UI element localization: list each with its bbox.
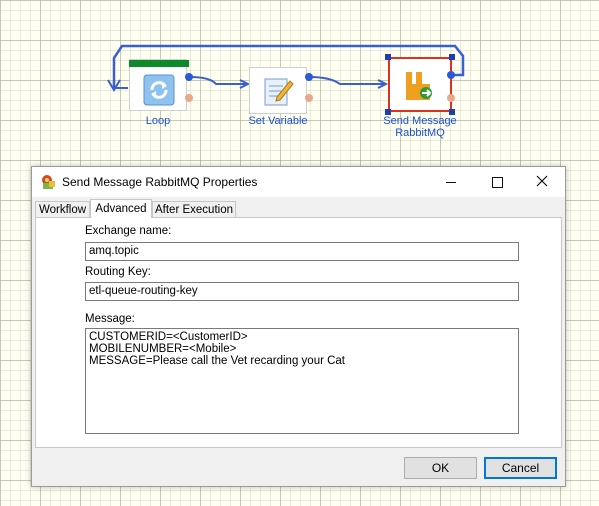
rabbitmq-node-label: Send Message RabbitMQ bbox=[383, 115, 457, 139]
message-textarea[interactable]: CUSTOMERID=<CustomerID> MOBILENUMBER=<Mo… bbox=[85, 328, 519, 434]
dialog-title: Send Message RabbitMQ Properties bbox=[62, 175, 258, 189]
set-variable-node-box[interactable] bbox=[249, 67, 307, 114]
loop-active-bar bbox=[129, 60, 189, 67]
rabbitmq-node-box[interactable] bbox=[388, 57, 452, 112]
message-label: Message: bbox=[85, 313, 135, 325]
rabbitmq-error-port[interactable] bbox=[447, 94, 455, 102]
tab-after-execution[interactable]: After Execution bbox=[152, 201, 236, 217]
set-variable-node-label: Set Variable bbox=[248, 115, 308, 127]
rabbitmq-icon bbox=[402, 68, 438, 107]
set-variable-icon bbox=[263, 75, 295, 110]
advanced-tab-panel: Exchange name: amq.topic Routing Key: et… bbox=[35, 217, 562, 448]
loop-error-port[interactable] bbox=[185, 94, 193, 102]
minimize-icon bbox=[446, 181, 456, 183]
tab-workflow[interactable]: Workflow bbox=[35, 201, 90, 217]
close-button[interactable] bbox=[519, 167, 565, 197]
routing-key-input[interactable]: etl-queue-routing-key bbox=[85, 282, 519, 301]
ok-button[interactable]: OK bbox=[404, 457, 477, 479]
rabbitmq-output-port[interactable] bbox=[447, 71, 455, 79]
cancel-button[interactable]: Cancel bbox=[484, 457, 557, 479]
properties-dialog: Send Message RabbitMQ Properties Workflo… bbox=[31, 166, 566, 487]
routing-key-label: Routing Key: bbox=[85, 266, 151, 278]
exchange-name-input[interactable]: amq.topic bbox=[85, 242, 519, 261]
loop-output-port[interactable] bbox=[185, 73, 193, 81]
selection-handle-top-left[interactable] bbox=[385, 54, 391, 60]
selection-handle-top-right[interactable] bbox=[449, 54, 455, 60]
setvariable-to-rabbitmq-connector bbox=[309, 76, 384, 85]
loop-to-setvariable-connector bbox=[189, 76, 246, 85]
set-variable-output-port[interactable] bbox=[305, 73, 313, 81]
loop-icon bbox=[143, 74, 175, 109]
dialog-titlebar[interactable]: Send Message RabbitMQ Properties bbox=[32, 167, 565, 197]
loop-node-label: Loop bbox=[145, 115, 171, 127]
rabbitmq-settings-icon bbox=[40, 174, 56, 190]
close-icon bbox=[536, 175, 548, 190]
tab-advanced[interactable]: Advanced bbox=[90, 199, 152, 218]
maximize-button[interactable] bbox=[474, 167, 520, 197]
maximize-icon bbox=[491, 176, 503, 188]
exchange-name-label: Exchange name: bbox=[85, 225, 172, 237]
set-variable-error-port[interactable] bbox=[305, 94, 313, 102]
minimize-button[interactable] bbox=[428, 167, 474, 197]
loop-node-box[interactable] bbox=[129, 59, 189, 111]
